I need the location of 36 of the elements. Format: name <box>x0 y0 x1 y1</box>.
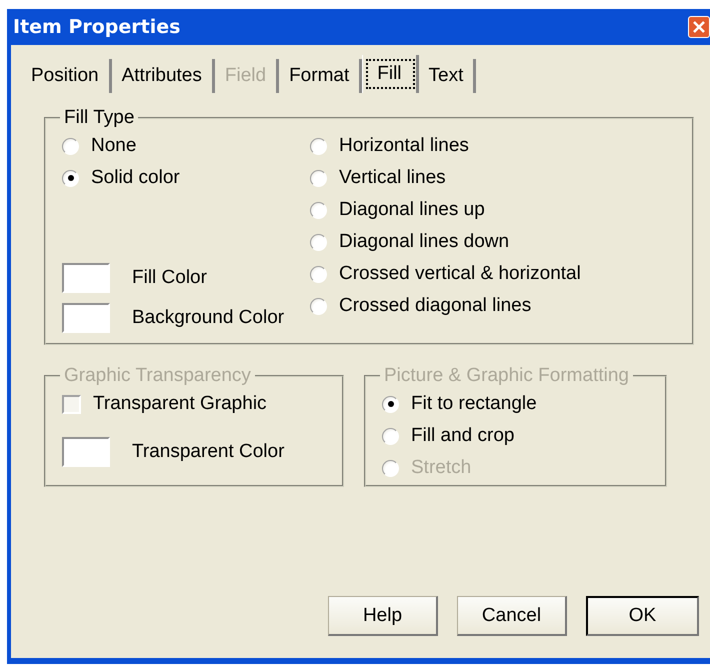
option-label: Fit to rectangle <box>411 393 537 415</box>
color-swatch[interactable] <box>62 437 110 467</box>
option-label: Stretch <box>411 457 472 479</box>
group-title: Graphic Transparency <box>63 365 252 387</box>
window-title: Item Properties <box>12 16 180 38</box>
option-label: Vertical lines <box>339 167 446 189</box>
radio-button[interactable] <box>310 170 327 186</box>
checkbox-label: Transparent Graphic <box>93 393 267 415</box>
swatch-label: Fill Color <box>132 267 207 289</box>
option-label: Crossed vertical & horizontal <box>339 263 581 285</box>
swatch-label: Transparent Color <box>132 441 284 463</box>
color-swatch[interactable] <box>62 263 110 293</box>
option-label: Diagonal lines up <box>339 199 485 221</box>
swatch-label: Background Color <box>132 307 284 329</box>
option-label: None <box>91 135 136 157</box>
tab[interactable]: Fill <box>362 55 419 93</box>
close-button[interactable] <box>688 16 710 38</box>
radio-button[interactable] <box>310 266 327 282</box>
group-title: Picture & Graphic Formatting <box>383 365 630 387</box>
radio-button[interactable] <box>310 202 327 218</box>
color-swatch[interactable] <box>62 303 110 333</box>
option-label: Solid color <box>91 167 180 189</box>
dialog-button[interactable]: Help <box>328 596 438 636</box>
close-icon <box>693 21 705 33</box>
option-label: Horizontal lines <box>339 135 469 157</box>
radio-button[interactable] <box>62 170 79 186</box>
radio-button[interactable] <box>310 138 327 154</box>
group-title: Fill Type <box>63 107 136 129</box>
dialog-button[interactable]: Cancel <box>457 596 567 636</box>
option-label: Crossed diagonal lines <box>339 295 532 317</box>
option-label: Diagonal lines down <box>339 231 510 253</box>
dialog-button[interactable]: OK <box>586 596 699 636</box>
radio-button[interactable] <box>310 298 327 314</box>
radio-button[interactable] <box>310 234 327 250</box>
option-label: Fill and crop <box>411 425 514 447</box>
radio-button[interactable] <box>62 138 79 154</box>
